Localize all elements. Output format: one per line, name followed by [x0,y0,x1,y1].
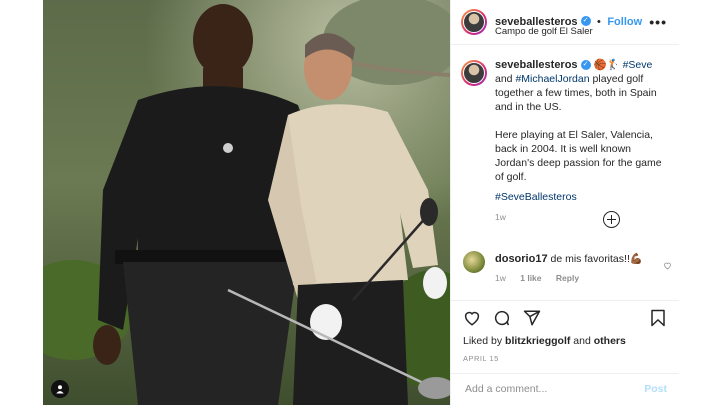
comment-text: de mis favoritas!!💪🏾 [550,253,643,265]
instagram-post: seveballesteros ✓ • Follow Campo de golf … [43,0,679,405]
verified-icon: ✓ [580,15,591,26]
comment-reply-button[interactable]: Reply [556,273,579,283]
likes-conj: and [573,335,591,347]
tag-user-icon[interactable] [51,380,69,398]
separator-dot: • [597,16,601,28]
comment-input[interactable] [463,382,637,396]
comment-time[interactable]: 1w [495,273,506,283]
heart-icon[interactable] [463,309,481,332]
caption-time[interactable]: 1w [495,210,671,224]
comment-body: dosorio17 de mis favoritas!!💪🏾 [495,252,645,266]
likes-others[interactable]: others [594,335,626,347]
post-side-panel: seveballesteros ✓ • Follow Campo de golf … [450,0,679,405]
comment-like-icon[interactable] [663,257,672,275]
caption-username[interactable]: seveballesteros [495,59,578,71]
comment-username[interactable]: dosorio17 [495,253,548,265]
comment-likes[interactable]: 1 like [520,273,541,283]
avatar[interactable] [461,9,487,35]
post-comment-button[interactable]: Post [644,383,667,395]
more-options-icon[interactable]: ••• [649,14,667,30]
likes-user[interactable]: blitzkrieggolf [505,335,570,347]
likes-prefix: Liked by [463,335,503,347]
comment-avatar[interactable] [463,251,485,273]
comment-meta: 1w 1 like Reply [495,273,579,283]
add-comment-bar: Post [451,373,679,406]
comment-icon[interactable] [493,309,511,332]
page-backdrop-left [0,0,43,405]
post-header: seveballesteros ✓ • Follow Campo de golf … [451,0,679,45]
location-link[interactable]: Campo de golf El Saler [495,26,593,37]
post-date[interactable]: APRIL 15 [463,354,499,363]
post-photo [43,0,450,405]
hashtag-michaeljordan[interactable]: #MichaelJordan [515,73,589,85]
bookmark-icon[interactable] [650,309,666,332]
hashtag-seveballesteros[interactable]: #SeveBallesteros [495,190,671,204]
likes-summary: Liked by blitzkrieggolf and others [463,335,626,347]
caption-avatar[interactable] [461,60,487,86]
caption: seveballesteros ✓ 🏀🏌 #Seve and #MichaelJo… [495,58,671,224]
verified-icon: ✓ [580,60,591,71]
post-actions: Liked by blitzkrieggolf and others APRIL… [451,300,679,410]
hashtag-seve[interactable]: #Seve [623,59,653,71]
page-backdrop-right [678,0,720,405]
follow-button[interactable]: Follow [607,16,642,28]
load-more-icon[interactable] [603,211,620,228]
share-icon[interactable] [523,309,541,332]
caption-paragraph-2: Here playing at El Saler, Valencia, back… [495,129,662,183]
caption-and: and [495,73,513,85]
caption-emoji: 🏀🏌 [593,59,620,71]
